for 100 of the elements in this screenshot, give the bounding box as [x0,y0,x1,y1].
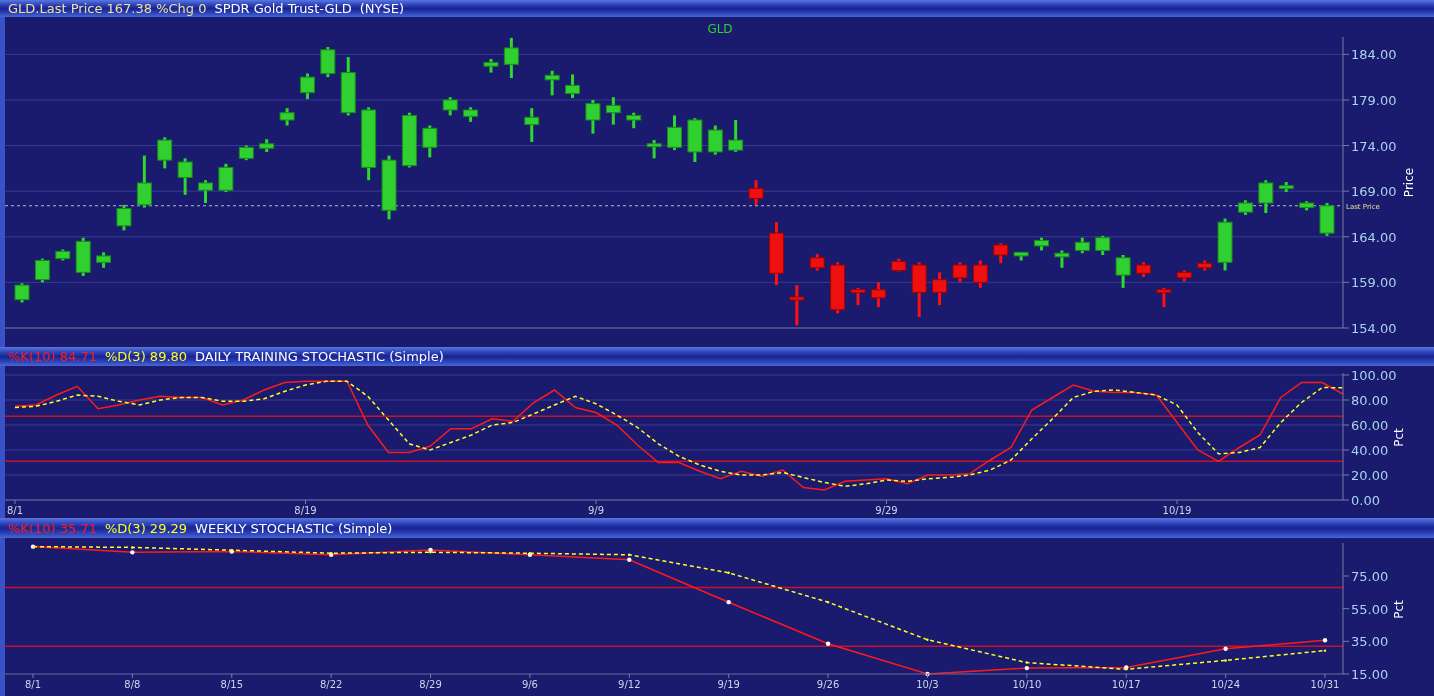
candlestick [422,125,438,158]
data-point-marker [1323,649,1327,652]
candlestick [748,180,764,205]
legend-entry: %K(10) 84.71 [8,349,97,364]
x-axis-label: 8/15 [220,679,243,690]
x-axis-label: 9/26 [816,679,840,690]
candlestick [1319,203,1335,236]
candlestick [1258,180,1274,214]
candlestick [177,158,193,195]
x-axis-label: 10/19 [1162,505,1192,516]
candlestick [993,243,1009,264]
candlestick [116,204,132,231]
candlestick [830,262,846,314]
candlestick [707,125,723,155]
candlestick [667,115,682,151]
data-point-marker [1322,638,1328,643]
data-point-marker [30,544,36,549]
x-axis-label: 9/9 [587,505,605,516]
candlestick [789,285,805,326]
y-axis-label: 60.00 [1351,418,1389,433]
candlestick [626,112,642,129]
x-axis-label: 9/29 [875,505,898,516]
candlestick [401,112,417,168]
candlestick [1237,200,1253,215]
candlestick [14,283,30,303]
candlestick [198,180,213,204]
data-point-marker [825,641,831,646]
x-axis-label: 8/1 [24,679,42,690]
y-axis-label: 20.00 [1351,468,1389,483]
candlestick [585,99,601,134]
y-axis-label: 80.00 [1351,393,1389,408]
x-axis-label: 10/31 [1310,679,1340,690]
y-axis-label: 55.00 [1351,601,1389,617]
candlestick [1136,262,1151,277]
x-axis-label: 9/19 [717,679,740,690]
candlestick [1156,287,1172,307]
x-axis-label: 9/12 [618,679,641,690]
candlestick [320,47,336,78]
x-axis-label: 10/3 [916,679,939,690]
candlestick [768,222,784,286]
y-axis-label: 35.00 [1351,634,1389,650]
candlestick [809,254,825,271]
panel-header-text: SPDR Gold Trust-GLD [214,1,352,16]
candlestick [1217,218,1233,271]
candlestick [463,107,479,122]
x-axis-label: 10/10 [1012,679,1042,690]
data-point-marker [1224,659,1227,662]
candlestick [442,97,458,116]
candlestick [1054,250,1070,268]
candlestick [218,163,234,193]
candlestick [75,237,91,276]
candlestick [238,145,254,161]
chart-title: GLD [707,22,733,36]
data-point-marker [1223,646,1228,651]
y-axis-label: 75.00 [1351,569,1389,585]
legend-entry: %K(10) 35.71 [8,520,97,536]
candlestick [972,260,988,288]
indicator-title: DAILY TRAINING STOCHASTIC (Simple) [195,349,444,364]
candlestick [157,137,173,169]
candlestick [1176,270,1192,282]
legend-entry: %D(3) 89.80 [104,349,188,364]
candlestick [728,120,744,152]
candlestick [1197,260,1213,271]
candlestick [687,118,703,162]
candlestick [952,262,968,283]
candlestick [1013,251,1029,261]
candlestick [1034,237,1050,251]
data-point-marker [925,671,930,677]
x-axis-label: 8/8 [124,679,141,690]
x-axis-label: 8/22 [319,679,343,690]
x-axis-label: 8/1 [6,505,24,516]
candlestick [55,249,71,261]
candlestick [891,258,907,272]
candlestick [870,282,886,307]
candlestick [136,155,152,208]
y-axis-label: 40.00 [1351,443,1389,458]
y-axis-label: 184.00 [1351,47,1397,63]
candlestick [340,57,356,116]
candlestick [483,58,499,73]
data-point-marker [726,599,731,605]
y-axis-label: 179.00 [1351,92,1397,108]
candlestick [524,108,540,142]
candlestick [503,37,519,79]
x-axis-label: 10/17 [1111,679,1141,690]
candlestick [1115,255,1131,288]
candlestick [34,258,50,283]
panel-header-text: GLD.Last Price 167.38 %Chg 0 [8,1,207,16]
candlestick [544,70,560,96]
y-axis-label: 0.00 [1351,493,1380,508]
data-point-marker [727,571,730,574]
legend-entry: %D(3) 29.29 [104,520,188,536]
data-point-marker [926,638,929,641]
y-axis-title: Price [1402,167,1416,198]
data-point-marker [826,600,830,604]
x-axis-label: 8/19 [294,505,317,516]
candlestick [1074,237,1090,254]
y-axis-label: 100.00 [1351,368,1397,383]
candlestick [932,272,948,306]
candlestick [381,155,397,220]
candlestick [911,262,927,318]
